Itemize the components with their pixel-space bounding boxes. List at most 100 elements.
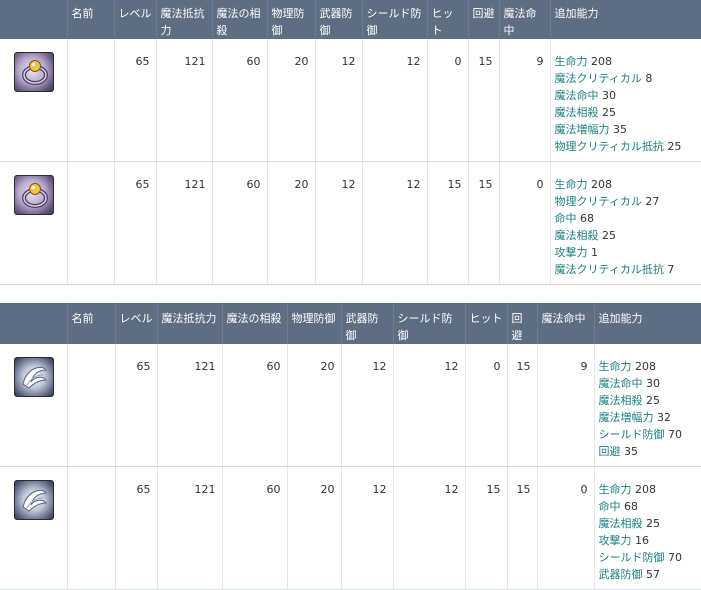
extra-label: 魔法相殺 <box>598 394 643 407</box>
table-row: 65 121 60 20 12 12 15 15 0 生命力 208 命中 68… <box>0 466 701 590</box>
extra-label: 魔法相殺 <box>554 229 599 242</box>
item-name[interactable] <box>67 344 116 467</box>
table-row: 65 121 60 20 12 12 15 15 0 生命力 208 物理クリテ… <box>0 161 701 285</box>
extra-ability: 魔法相殺 25 <box>555 104 695 121</box>
wing-stats-table: 名前 レベル 魔法抵抗力 魔法の相殺 物理防御 武器防御 シールド防御 ヒット … <box>0 303 701 590</box>
extra-value: 32 <box>657 411 671 424</box>
item-hit: 0 <box>465 344 508 467</box>
item-magic-resist: 121 <box>156 161 213 285</box>
header-phys-def[interactable]: 物理防御 <box>267 0 316 39</box>
ring-icon[interactable] <box>14 175 54 215</box>
header-name[interactable]: 名前 <box>67 0 115 39</box>
header-magic-acc[interactable]: 魔法命中 <box>499 0 551 39</box>
extra-value: 68 <box>580 212 594 225</box>
extra-ability: 攻撃力 1 <box>555 244 695 261</box>
item-hit: 15 <box>427 161 469 285</box>
header-extra-abilities[interactable]: 追加能力 <box>550 0 701 39</box>
header-weapon-def[interactable]: 武器防御 <box>315 0 363 39</box>
table-header-row: 名前 レベル 魔法抵抗力 魔法の相殺 物理防御 武器防御 シールド防御 ヒット … <box>0 303 701 344</box>
extra-value: 1 <box>591 246 598 259</box>
extra-label: 魔法相殺 <box>598 517 643 530</box>
extra-ability: 生命力 208 <box>555 176 695 193</box>
extra-ability: 生命力 208 <box>599 358 695 375</box>
wing-icon[interactable] <box>14 480 54 520</box>
item-shield-def: 12 <box>362 39 428 162</box>
item-magic-acc: 9 <box>499 39 551 162</box>
item-magic-resist: 121 <box>157 344 223 467</box>
extra-value: 208 <box>635 360 656 373</box>
extra-value: 16 <box>635 534 649 547</box>
extra-ability: 武器防御 57 <box>599 566 695 583</box>
item-weapon-def: 12 <box>315 39 363 162</box>
extra-ability: 攻撃力 16 <box>599 532 695 549</box>
item-weapon-def: 12 <box>315 161 363 285</box>
item-icon-cell <box>0 39 68 162</box>
table-row: 65 121 60 20 12 12 0 15 9 生命力 208 魔法命中 3… <box>0 344 701 467</box>
header-magic-offset[interactable]: 魔法の相殺 <box>212 0 268 39</box>
item-weapon-def: 12 <box>341 344 394 467</box>
item-magic-acc: 9 <box>537 344 595 467</box>
extra-label: 魔法相殺 <box>554 106 599 119</box>
header-shield-def[interactable]: シールド防御 <box>393 303 466 344</box>
item-phys-def: 20 <box>287 466 342 590</box>
extra-ability: 魔法増幅力 32 <box>599 409 695 426</box>
item-phys-def: 20 <box>287 344 342 467</box>
item-name[interactable] <box>67 161 115 285</box>
extra-value: 27 <box>645 195 660 208</box>
extra-label: 生命力 <box>554 55 588 68</box>
header-shield-def[interactable]: シールド防御 <box>362 0 428 39</box>
header-hit[interactable]: ヒット <box>465 303 508 344</box>
ring-icon[interactable] <box>14 52 54 92</box>
extra-value: 70 <box>668 428 682 441</box>
header-magic-offset[interactable]: 魔法の相殺 <box>222 303 288 344</box>
item-magic-acc: 0 <box>499 161 551 285</box>
table-header-row: 名前 レベル 魔法抵抗力 魔法の相殺 物理防御 武器防御 シールド防御 ヒット … <box>0 0 701 39</box>
header-level[interactable]: レベル <box>114 0 157 39</box>
extra-value: 57 <box>646 568 660 581</box>
extra-value: 208 <box>635 483 656 496</box>
extra-label: 魔法増幅力 <box>554 123 610 136</box>
header-evasion[interactable]: 回避 <box>507 303 538 344</box>
item-level: 65 <box>114 39 157 162</box>
header-level[interactable]: レベル <box>115 303 158 344</box>
item-magic-acc: 0 <box>537 466 595 590</box>
extra-label: 魔法命中 <box>598 377 643 390</box>
item-phys-def: 20 <box>267 161 316 285</box>
extra-ability: 生命力 208 <box>555 53 695 70</box>
extra-label: 回避 <box>598 445 621 458</box>
item-name[interactable] <box>67 466 116 590</box>
item-extra-abilities: 生命力 208 魔法クリティカル 8 魔法命中 30 魔法相殺 25 魔法増幅力… <box>550 39 701 162</box>
item-magic-resist: 121 <box>156 39 213 162</box>
extra-value: 25 <box>602 106 616 119</box>
header-magic-resist[interactable]: 魔法抵抗力 <box>157 303 223 344</box>
extra-ability: 命中 68 <box>599 498 695 515</box>
header-magic-resist[interactable]: 魔法抵抗力 <box>156 0 213 39</box>
item-icon-cell <box>0 466 68 590</box>
header-phys-def[interactable]: 物理防御 <box>287 303 342 344</box>
item-shield-def: 12 <box>393 466 466 590</box>
item-name[interactable] <box>67 39 115 162</box>
wing-icon[interactable] <box>14 357 54 397</box>
extra-ability: 魔法相殺 25 <box>555 227 695 244</box>
header-name[interactable]: 名前 <box>67 303 116 344</box>
extra-ability: 魔法相殺 25 <box>599 515 695 532</box>
extra-ability: シールド防御 70 <box>599 549 695 566</box>
extra-value: 70 <box>668 551 682 564</box>
item-extra-abilities: 生命力 208 物理クリティカル 27 命中 68 魔法相殺 25 攻撃力 1 … <box>550 161 701 285</box>
extra-ability: 魔法クリティカル抵抗 7 <box>555 261 695 278</box>
header-extra-abilities[interactable]: 追加能力 <box>594 303 701 344</box>
extra-label: 攻撃力 <box>554 246 588 259</box>
item-hit: 15 <box>465 466 508 590</box>
extra-label: 命中 <box>554 212 577 225</box>
header-magic-acc[interactable]: 魔法命中 <box>537 303 595 344</box>
item-magic-offset: 60 <box>222 466 288 590</box>
extra-value: 208 <box>591 55 612 68</box>
extra-ability: 生命力 208 <box>599 481 695 498</box>
header-weapon-def[interactable]: 武器防御 <box>341 303 394 344</box>
item-icon-cell <box>0 344 68 467</box>
extra-ability: 魔法命中 30 <box>555 87 695 104</box>
header-evasion[interactable]: 回避 <box>468 0 500 39</box>
ring-stats-table: 名前 レベル 魔法抵抗力 魔法の相殺 物理防御 武器防御 シールド防御 ヒット … <box>0 0 701 285</box>
item-magic-resist: 121 <box>157 466 223 590</box>
header-hit[interactable]: ヒット <box>427 0 469 39</box>
